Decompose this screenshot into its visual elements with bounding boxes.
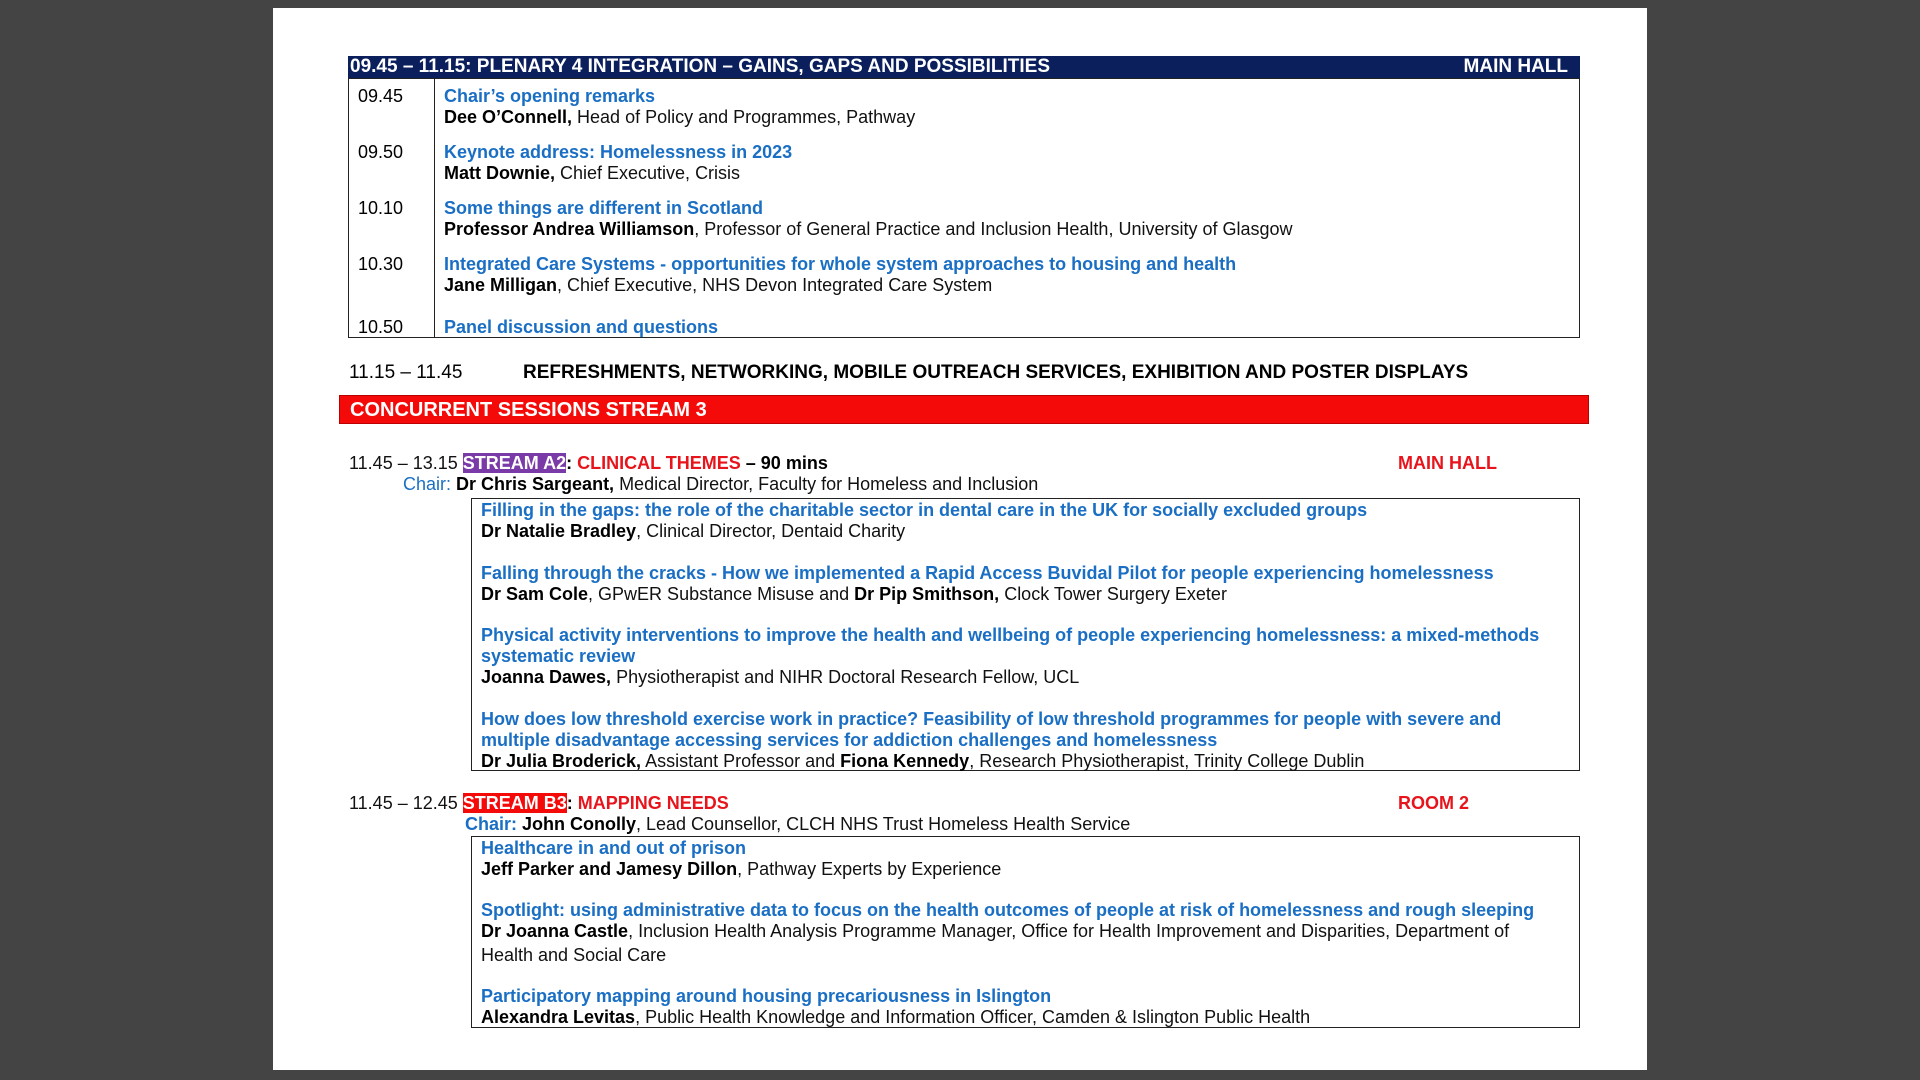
plenary-item-speaker: Dee O’Connell, Head of Policy and Progra… [444,107,916,127]
talk-title-continued: multiple disadvantage accessing services… [481,730,1218,750]
talk-title: How does low threshold exercise work in … [481,709,1502,729]
stream-b3-chair: Chair: John Conolly, Lead Counsellor, CL… [465,814,1131,834]
stream-theme: CLINICAL THEMES [577,453,741,473]
plenary-item-speaker: Matt Downie, Chief Executive, Crisis [444,163,741,183]
stream-time: 11.45 – 12.45 [349,793,463,813]
plenary-item-speaker: Jane Milligan, Chief Executive, NHS Devo… [444,275,993,295]
plenary-divider [434,78,435,338]
plenary-time: 10.50 [358,317,404,337]
plenary-title: 09.45 – 11.15: PLENARY 4 INTEGRATION – G… [350,56,1051,77]
concurrent-sessions-bar: CONCURRENT SESSIONS STREAM 3 [339,395,1589,424]
talk-speaker: Dr Julia Broderick, Assistant Professor … [481,751,1365,771]
talk-speaker-role-continued: Health and Social Care [481,945,667,965]
stream-b3-location: ROOM 2 [1398,793,1470,813]
plenary-time: 09.45 [358,86,404,106]
plenary-item-title: Keynote address: Homelessness in 2023 [444,142,793,162]
plenary-item-title: Some things are different in Scotland [444,198,764,218]
plenary-time: 10.10 [358,198,404,218]
talk-title-continued: systematic review [481,646,636,666]
talk-title: Healthcare in and out of prison [481,838,747,858]
stream-time: 11.45 – 13.15 [349,453,463,473]
stream-a2-chair: Chair: Dr Chris Sargeant, Medical Direct… [403,474,1039,494]
plenary-time: 09.50 [358,142,404,162]
talk-title: Physical activity interventions to impro… [481,625,1540,645]
concurrent-sessions-title: CONCURRENT SESSIONS STREAM 3 [350,399,707,421]
plenary-item-title: Chair’s opening remarks [444,86,656,106]
stream-theme: MAPPING NEEDS [577,793,729,813]
talk-speaker: Dr Joanna Castle, Inclusion Health Analy… [481,921,1510,941]
plenary-location: MAIN HALL [1463,56,1568,77]
break-label: REFRESHMENTS, NETWORKING, MOBILE OUTREAC… [523,362,1469,383]
talk-speaker: Jeff Parker and Jamesy Dillon, Pathway E… [481,859,1002,879]
plenary-item-title: Integrated Care Systems - opportunities … [444,254,1237,274]
talk-title: Filling in the gaps: the role of the cha… [481,500,1368,520]
stream-tag: STREAM B3 [462,793,567,813]
talk-speaker: Dr Natalie Bradley, Clinical Director, D… [481,521,906,541]
stream-a2-header: 11.45 – 13.15 STREAM A2: CLINICAL THEMES… [349,453,828,473]
plenary-item-speaker: Professor Andrea Williamson, Professor o… [444,219,1293,239]
plenary-time: 10.30 [358,254,404,274]
plenary-header: 09.45 – 11.15: PLENARY 4 INTEGRATION – G… [348,56,1580,78]
break-time: 11.15 – 11.45 [349,362,463,383]
stream-tag: STREAM A2 [462,453,567,473]
talk-title: Falling through the cracks - How we impl… [481,563,1494,583]
talk-title: Participatory mapping around housing pre… [481,986,1052,1006]
stream-b3-header: 11.45 – 12.45 STREAM B3: MAPPING NEEDS [349,793,729,813]
stream-a2-location: MAIN HALL [1398,453,1497,473]
talk-speaker: Dr Sam Cole, GPwER Substance Misuse and … [481,584,1227,604]
plenary-item-title: Panel discussion and questions [444,317,719,337]
talk-speaker: Alexandra Levitas, Public Health Knowled… [481,1007,1311,1027]
talk-speaker: Joanna Dawes, Physiotherapist and NIHR D… [481,667,1080,687]
document-page: 09.45 – 11.15: PLENARY 4 INTEGRATION – G… [273,8,1647,1070]
talk-title: Spotlight: using administrative data to … [481,900,1535,920]
